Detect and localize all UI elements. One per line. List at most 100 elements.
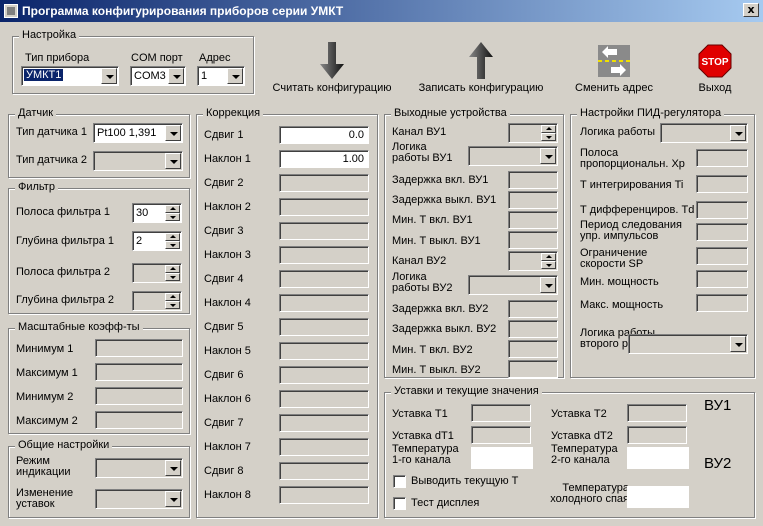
- chevron-down-icon[interactable]: [540, 148, 556, 164]
- output-ch1-spinner[interactable]: [508, 123, 558, 143]
- device-type-select[interactable]: УМКТ1: [21, 66, 119, 86]
- chevron-down-icon[interactable]: [101, 68, 117, 84]
- setpoints-legend: Уставки и текущие значения: [391, 385, 542, 397]
- output-min-off1-field[interactable]: [508, 231, 558, 249]
- arrow-down-icon: [320, 42, 344, 79]
- correction-field[interactable]: [279, 270, 369, 288]
- pid-sp-limit-field[interactable]: [696, 247, 748, 265]
- spin-down-icon[interactable]: [541, 261, 556, 269]
- output-logic1-label: Логика работы ВУ1: [392, 141, 453, 164]
- display-mode-select[interactable]: [95, 458, 183, 478]
- output-logic1-select[interactable]: [468, 146, 558, 166]
- correction-field[interactable]: [279, 198, 369, 216]
- address-label: Адрес: [199, 52, 231, 64]
- read-config-button[interactable]: Считать конфигурацию: [272, 40, 392, 94]
- setpoint-change-label: Изменение уставок: [16, 487, 74, 510]
- setpoint-dt2-field[interactable]: [627, 426, 687, 444]
- correction-label: Сдвиг 5: [204, 321, 244, 333]
- correction-field[interactable]: [279, 222, 369, 240]
- setpoint-t2-label: Уставка Т2: [551, 408, 607, 420]
- swap-address-icon: [598, 45, 630, 77]
- setpoint-change-select[interactable]: [95, 489, 183, 509]
- scale-min1-field[interactable]: [95, 339, 183, 357]
- pid-xp-field[interactable]: [696, 149, 748, 167]
- filter-depth2-spinner[interactable]: [132, 291, 182, 311]
- spin-up-icon[interactable]: [541, 253, 556, 261]
- pid-max-power-field[interactable]: [696, 294, 748, 312]
- pid-period-field[interactable]: [696, 223, 748, 241]
- pid-td-field[interactable]: [696, 201, 748, 219]
- setpoint-t2-field[interactable]: [627, 404, 687, 422]
- pid-logic-select[interactable]: [660, 123, 748, 143]
- display-test-checkbox[interactable]: [393, 497, 406, 510]
- correction-field[interactable]: [279, 462, 369, 480]
- sensor-type1-select[interactable]: Pt100 1,391: [93, 123, 183, 143]
- chevron-down-icon[interactable]: [540, 277, 556, 293]
- filter-depth1-spinner[interactable]: 2: [132, 231, 182, 251]
- output-on-delay2-field[interactable]: [508, 300, 558, 318]
- correction-field[interactable]: 0.0: [279, 126, 369, 144]
- correction-field[interactable]: [279, 342, 369, 360]
- setpoint-dt1-field[interactable]: [471, 426, 531, 444]
- correction-field[interactable]: [279, 438, 369, 456]
- output-on-delay1-field[interactable]: [508, 171, 558, 189]
- correction-field[interactable]: [279, 486, 369, 504]
- spin-up-icon[interactable]: [165, 205, 180, 213]
- correction-label: Наклон 4: [204, 297, 251, 309]
- spin-down-icon[interactable]: [165, 301, 180, 309]
- output-min-off2-label: Мин. Т выкл. ВУ2: [392, 364, 481, 376]
- scale-max1-field[interactable]: [95, 363, 183, 381]
- chevron-down-icon[interactable]: [168, 68, 184, 84]
- correction-field[interactable]: [279, 366, 369, 384]
- write-config-button[interactable]: Записать конфигурацию: [418, 40, 544, 94]
- sensor-group: Датчик Тип датчика 1 Pt100 1,391 Тип дат…: [8, 107, 190, 178]
- spin-up-icon[interactable]: [165, 293, 180, 301]
- spin-down-icon[interactable]: [165, 213, 180, 221]
- pid-relay2-logic-select[interactable]: [628, 334, 748, 354]
- write-config-label: Записать конфигурацию: [418, 82, 544, 94]
- filter-band1-spinner[interactable]: 30: [132, 203, 182, 223]
- scale-max2-field[interactable]: [95, 411, 183, 429]
- correction-field[interactable]: [279, 390, 369, 408]
- chevron-down-icon[interactable]: [227, 68, 243, 84]
- chevron-down-icon[interactable]: [730, 125, 746, 141]
- spin-up-icon[interactable]: [541, 125, 556, 133]
- spin-down-icon[interactable]: [165, 273, 180, 281]
- correction-field[interactable]: 1.00: [279, 150, 369, 168]
- output-logic2-select[interactable]: [468, 275, 558, 295]
- output-off-delay1-field[interactable]: [508, 191, 558, 209]
- spin-up-icon[interactable]: [165, 265, 180, 273]
- chevron-down-icon[interactable]: [165, 153, 181, 169]
- scale-min2-field[interactable]: [95, 387, 183, 405]
- close-button[interactable]: x: [743, 3, 759, 17]
- correction-field[interactable]: [279, 246, 369, 264]
- correction-field[interactable]: [279, 414, 369, 432]
- com-port-select[interactable]: COM3: [130, 66, 186, 86]
- correction-field[interactable]: [279, 318, 369, 336]
- setpoint-t1-field[interactable]: [471, 404, 531, 422]
- chevron-down-icon[interactable]: [730, 336, 746, 352]
- exit-button[interactable]: STOP Выход: [690, 40, 740, 94]
- output-off-delay2-field[interactable]: [508, 320, 558, 338]
- cold-junction-display: [627, 486, 689, 508]
- address-select[interactable]: 1: [197, 66, 245, 86]
- change-address-button[interactable]: Сменить адрес: [572, 40, 656, 94]
- output-min-on2-field[interactable]: [508, 340, 558, 358]
- settings-legend: Настройка: [19, 29, 80, 41]
- pid-min-power-field[interactable]: [696, 270, 748, 288]
- sensor-type2-select[interactable]: [93, 151, 183, 171]
- spin-down-icon[interactable]: [541, 133, 556, 141]
- filter-band2-spinner[interactable]: [132, 263, 182, 283]
- output-ch2-spinner[interactable]: [508, 251, 558, 271]
- chevron-down-icon[interactable]: [165, 460, 181, 476]
- show-current-checkbox[interactable]: [393, 475, 406, 488]
- correction-field[interactable]: [279, 174, 369, 192]
- spin-up-icon[interactable]: [165, 233, 180, 241]
- output-min-on1-field[interactable]: [508, 211, 558, 229]
- chevron-down-icon[interactable]: [165, 125, 181, 141]
- chevron-down-icon[interactable]: [165, 491, 181, 507]
- correction-field[interactable]: [279, 294, 369, 312]
- output-min-off2-field[interactable]: [508, 360, 558, 378]
- pid-ti-field[interactable]: [696, 175, 748, 193]
- spin-down-icon[interactable]: [165, 241, 180, 249]
